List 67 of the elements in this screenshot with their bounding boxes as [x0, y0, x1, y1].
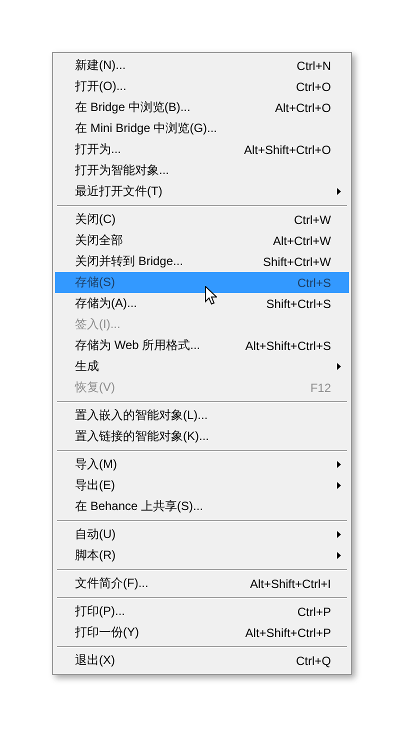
- menu-item[interactable]: 退出(X) Ctrl+Q: [55, 650, 349, 671]
- menu-item-label: 新建(N)...: [75, 57, 126, 74]
- menu-item[interactable]: 关闭全部 Alt+Ctrl+W: [55, 230, 349, 251]
- menu-item-label: 导入(M): [75, 456, 117, 473]
- menu-item[interactable]: 生成: [55, 356, 349, 377]
- shortcut-label: Ctrl+O: [296, 80, 331, 94]
- mouse-cursor-icon: [205, 286, 217, 305]
- menu-item[interactable]: 在 Behance 上共享(S)...: [55, 496, 349, 517]
- shortcut-label: Ctrl+P: [297, 604, 331, 618]
- shortcut-label: Alt+Shift+Ctrl+I: [250, 576, 331, 590]
- menu-item[interactable]: 最近打开文件(T): [55, 181, 349, 202]
- menu-item-label: 关闭全部: [75, 232, 123, 249]
- menu-item-label: 关闭并转到 Bridge...: [75, 253, 184, 270]
- shortcut-label: Shift+Ctrl+W: [262, 254, 331, 268]
- menu-item-label: 在 Behance 上共享(S)...: [75, 498, 204, 515]
- menu-item-label: 导出(E): [75, 477, 115, 494]
- menu-item[interactable]: 导入(M): [55, 454, 349, 475]
- menu-item-label: 置入嵌入的智能对象(L)...: [75, 407, 208, 424]
- shortcut-label: Alt+Ctrl+O: [274, 100, 331, 114]
- shortcut-label: Shift+Ctrl+S: [266, 296, 331, 310]
- menu-item[interactable]: 打开为... Alt+Shift+Ctrl+O: [55, 139, 349, 160]
- menu-item-label: 打开为智能对象...: [75, 162, 170, 179]
- menu-item[interactable]: 脚本(R): [55, 545, 349, 566]
- shortcut-label: Ctrl+S: [297, 276, 331, 290]
- menu-item[interactable]: 新建(N)... Ctrl+N: [55, 55, 349, 76]
- shortcut-label: Ctrl+W: [294, 212, 331, 226]
- menu-item[interactable]: 在 Bridge 中浏览(B)... Alt+Ctrl+O: [55, 97, 349, 118]
- menu-item-label: 在 Bridge 中浏览(B)...: [75, 99, 190, 116]
- menu-item[interactable]: 置入链接的智能对象(K)...: [55, 426, 349, 447]
- menu-item-label: 在 Mini Bridge 中浏览(G)...: [75, 120, 218, 137]
- menu-item-label: 存储为 Web 所用格式...: [75, 337, 200, 354]
- menu-item-label: 自动(U): [75, 526, 116, 543]
- menu-item-label: 退出(X): [75, 652, 115, 669]
- menu-item-label: 置入链接的智能对象(K)...: [75, 428, 209, 445]
- shortcut-label: Alt+Ctrl+W: [272, 234, 331, 248]
- menu-item[interactable]: 打印(P)... Ctrl+P: [55, 601, 349, 622]
- menu-item[interactable]: 打开为智能对象...: [55, 160, 349, 181]
- menu-item-label: 存储(S): [75, 274, 115, 291]
- menu-item[interactable]: 自动(U): [55, 524, 349, 545]
- shortcut-label: Ctrl+N: [296, 58, 331, 72]
- menu-item-label: 生成: [75, 358, 99, 375]
- shortcut-label: Alt+Shift+Ctrl+O: [244, 142, 331, 156]
- menu-item-label: 最近打开文件(T): [75, 183, 162, 200]
- menu-item[interactable]: 导出(E): [55, 475, 349, 496]
- menu-item-label: 打开(O)...: [75, 78, 126, 95]
- menu-item-label: 脚本(R): [75, 547, 116, 564]
- menu-item[interactable]: 存储为 Web 所用格式... Alt+Shift+Ctrl+S: [55, 335, 349, 356]
- shortcut-label: Ctrl+Q: [296, 654, 331, 668]
- shortcut-label: F12: [310, 380, 331, 394]
- menu-item[interactable]: 置入嵌入的智能对象(L)...: [55, 405, 349, 426]
- menu-item[interactable]: 打开(O)... Ctrl+O: [55, 76, 349, 97]
- menu-item[interactable]: 在 Mini Bridge 中浏览(G)...: [55, 118, 349, 139]
- shortcut-label: Alt+Shift+Ctrl+S: [245, 338, 331, 352]
- menu-item-label: 关闭(C): [75, 211, 116, 228]
- menu-item[interactable]: 存储为(A)... Shift+Ctrl+S: [55, 293, 349, 314]
- menu-item-label: 存储为(A)...: [75, 295, 137, 312]
- menu-item-label: 打印一份(Y): [75, 624, 139, 641]
- menu-item-label: 签入(I)...: [75, 316, 120, 333]
- menu-item-label: 打开为...: [75, 141, 122, 158]
- menu-item-label: 文件简介(F)...: [75, 575, 148, 592]
- menu-item-label: 恢复(V): [75, 379, 115, 396]
- shortcut-label: Alt+Shift+Ctrl+P: [245, 626, 331, 640]
- menu-item-label: 打印(P)...: [75, 603, 125, 620]
- menu-item[interactable]: 关闭(C) Ctrl+W: [55, 209, 349, 230]
- menu-item[interactable]: 文件简介(F)... Alt+Shift+Ctrl+I: [55, 573, 349, 594]
- menu-item[interactable]: 打印一份(Y) Alt+Shift+Ctrl+P: [55, 622, 349, 643]
- menu-item[interactable]: 关闭并转到 Bridge... Shift+Ctrl+W: [55, 251, 349, 272]
